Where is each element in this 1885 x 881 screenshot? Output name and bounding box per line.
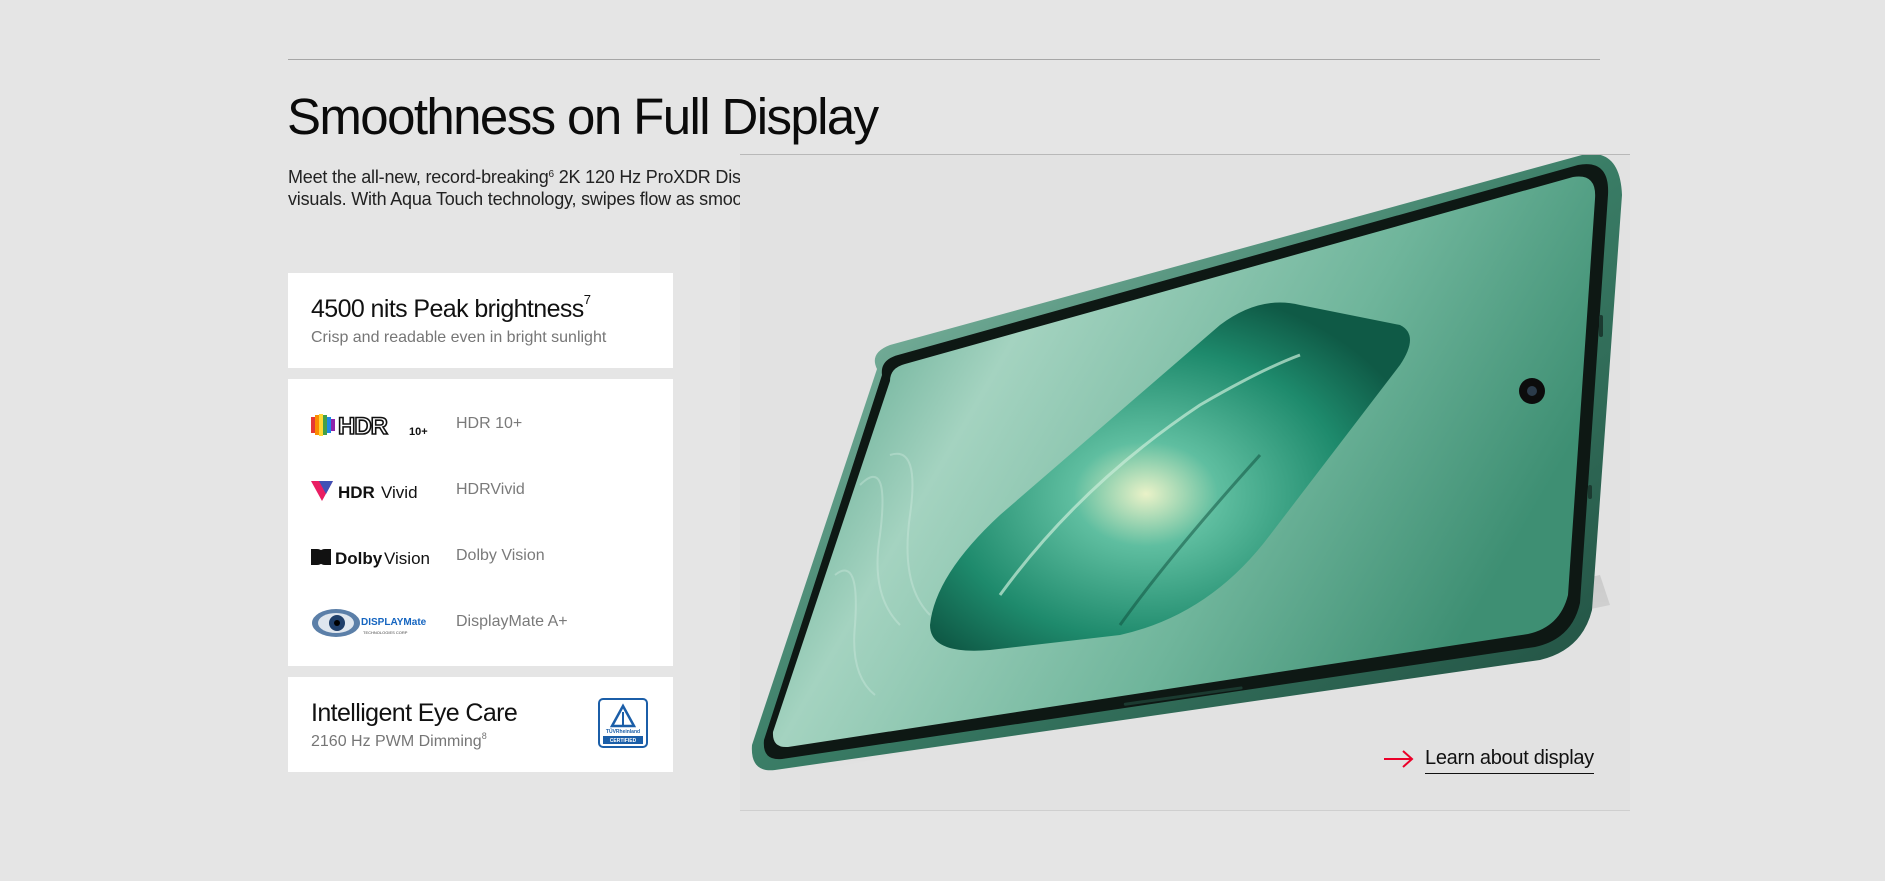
hdr-vivid-logo: HDR Vivid [311,481,418,502]
section-title: Smoothness on Full Display [287,88,879,145]
cert-row-dolby-vision: Dolby Vision Dolby Vision [311,537,651,577]
cert-row-hdr-vivid: HDR Vivid HDRVivid [311,471,651,511]
svg-text:Dolby: Dolby [335,549,383,568]
svg-text:DISPLAYMate: DISPLAYMate [361,617,427,628]
section-divider [288,59,1600,60]
brightness-title: 4500 nits Peak brightness7 [311,292,591,323]
learn-about-display-label: Learn about display [1425,747,1594,774]
cert-label-hdr-vivid: HDRVivid [456,481,525,498]
cert-label-hdr10plus: HDR 10+ [456,415,523,432]
svg-text:TÜVRheinland: TÜVRheinland [606,728,640,735]
hdr10plus-logo: HDR 10+ [311,412,428,441]
svg-text:10+: 10+ [409,426,428,438]
dolby-vision-logo: Dolby Vision [311,549,430,568]
svg-text:CERTIFIED: CERTIFIED [610,738,637,744]
eye-care-title: Intelligent Eye Care [311,699,518,727]
footnote-6[interactable]: 6 [549,169,555,180]
footnote-8[interactable]: 8 [482,731,487,741]
svg-text:HDR: HDR [338,483,375,502]
footnote-7[interactable]: 7 [584,292,591,307]
phone-hero-image [740,154,1630,811]
svg-text:HDR: HDR [338,413,388,440]
displaymate-logo: DISPLAYMate TECHNOLOGIES CORP [312,609,427,637]
certifications-card: HDR 10+ HDR 10+ HDR Vivid HDRVivid Dolby… [288,379,673,666]
brightness-subtitle: Crisp and readable even in bright sunlig… [311,329,607,346]
svg-text:Vision: Vision [384,549,430,568]
cert-row-displaymate: DISPLAYMate TECHNOLOGIES CORP DisplayMat… [311,603,651,643]
phone-illustration [751,155,1622,775]
cert-row-hdr10plus: HDR 10+ HDR 10+ [311,405,651,445]
brightness-card: 4500 nits Peak brightness7 Crisp and rea… [288,273,673,368]
svg-text:Vivid: Vivid [381,483,418,502]
svg-text:TECHNOLOGIES CORP: TECHNOLOGIES CORP [363,630,408,635]
cert-label-dolby-vision: Dolby Vision [456,547,545,564]
cert-label-displaymate: DisplayMate A+ [456,613,568,630]
eye-care-card: Intelligent Eye Care 2160 Hz PWM Dimming… [288,677,673,772]
learn-about-display-link[interactable]: Learn about display [1383,745,1603,775]
eye-care-subtitle: 2160 Hz PWM Dimming8 [311,731,487,750]
tuv-rheinland-badge: TÜVRheinland CERTIFIED [598,698,648,748]
arrow-right-icon [1384,750,1414,768]
